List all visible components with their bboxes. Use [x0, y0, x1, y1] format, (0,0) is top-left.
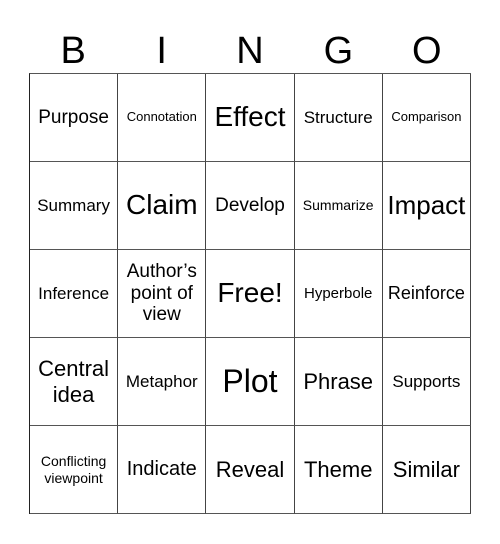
bingo-cell[interactable]: Reveal — [206, 426, 295, 514]
bingo-cell[interactable]: Reinforce — [382, 250, 471, 338]
bingo-cell[interactable]: Effect — [206, 74, 295, 162]
bingo-cell[interactable]: Connotation — [118, 74, 207, 162]
bingo-cell[interactable]: Inference — [30, 250, 119, 338]
bingo-cell[interactable]: Develop — [206, 162, 295, 250]
bingo-cell[interactable]: Comparison — [382, 74, 471, 162]
header-letter-i: I — [156, 30, 167, 72]
header-letter-g: G — [323, 30, 354, 72]
bingo-cell[interactable]: Similar — [382, 426, 471, 514]
bingo-cell[interactable]: Central idea — [30, 338, 119, 426]
bingo-cell[interactable]: Plot — [206, 338, 295, 426]
bingo-cell[interactable]: Conflicting viewpoint — [30, 426, 119, 514]
bingo-cell[interactable]: Hyperbole — [294, 250, 383, 338]
bingo-cell[interactable]: Structure — [294, 74, 383, 162]
bingo-cell[interactable]: Indicate — [118, 426, 207, 514]
bingo-cell[interactable]: Author’s point of view — [118, 250, 207, 338]
header-letter-o: O — [412, 30, 442, 72]
header-letter-b: B — [60, 30, 86, 72]
bingo-cell[interactable]: Summarize — [294, 162, 383, 250]
bingo-header: B I N G O — [29, 30, 471, 72]
bingo-cell[interactable]: Supports — [382, 338, 471, 426]
bingo-cell[interactable]: Theme — [294, 426, 383, 514]
bingo-cell[interactable]: Impact — [382, 162, 471, 250]
bingo-grid: Purpose Connotation Effect Structure Com… — [29, 73, 471, 514]
bingo-cell[interactable]: Claim — [118, 162, 207, 250]
bingo-cell[interactable]: Purpose — [30, 74, 119, 162]
bingo-cell[interactable]: Metaphor — [118, 338, 207, 426]
bingo-cell[interactable]: Summary — [30, 162, 119, 250]
bingo-cell-free[interactable]: Free! — [206, 250, 295, 338]
header-letter-n: N — [236, 30, 264, 72]
bingo-cell[interactable]: Phrase — [294, 338, 383, 426]
